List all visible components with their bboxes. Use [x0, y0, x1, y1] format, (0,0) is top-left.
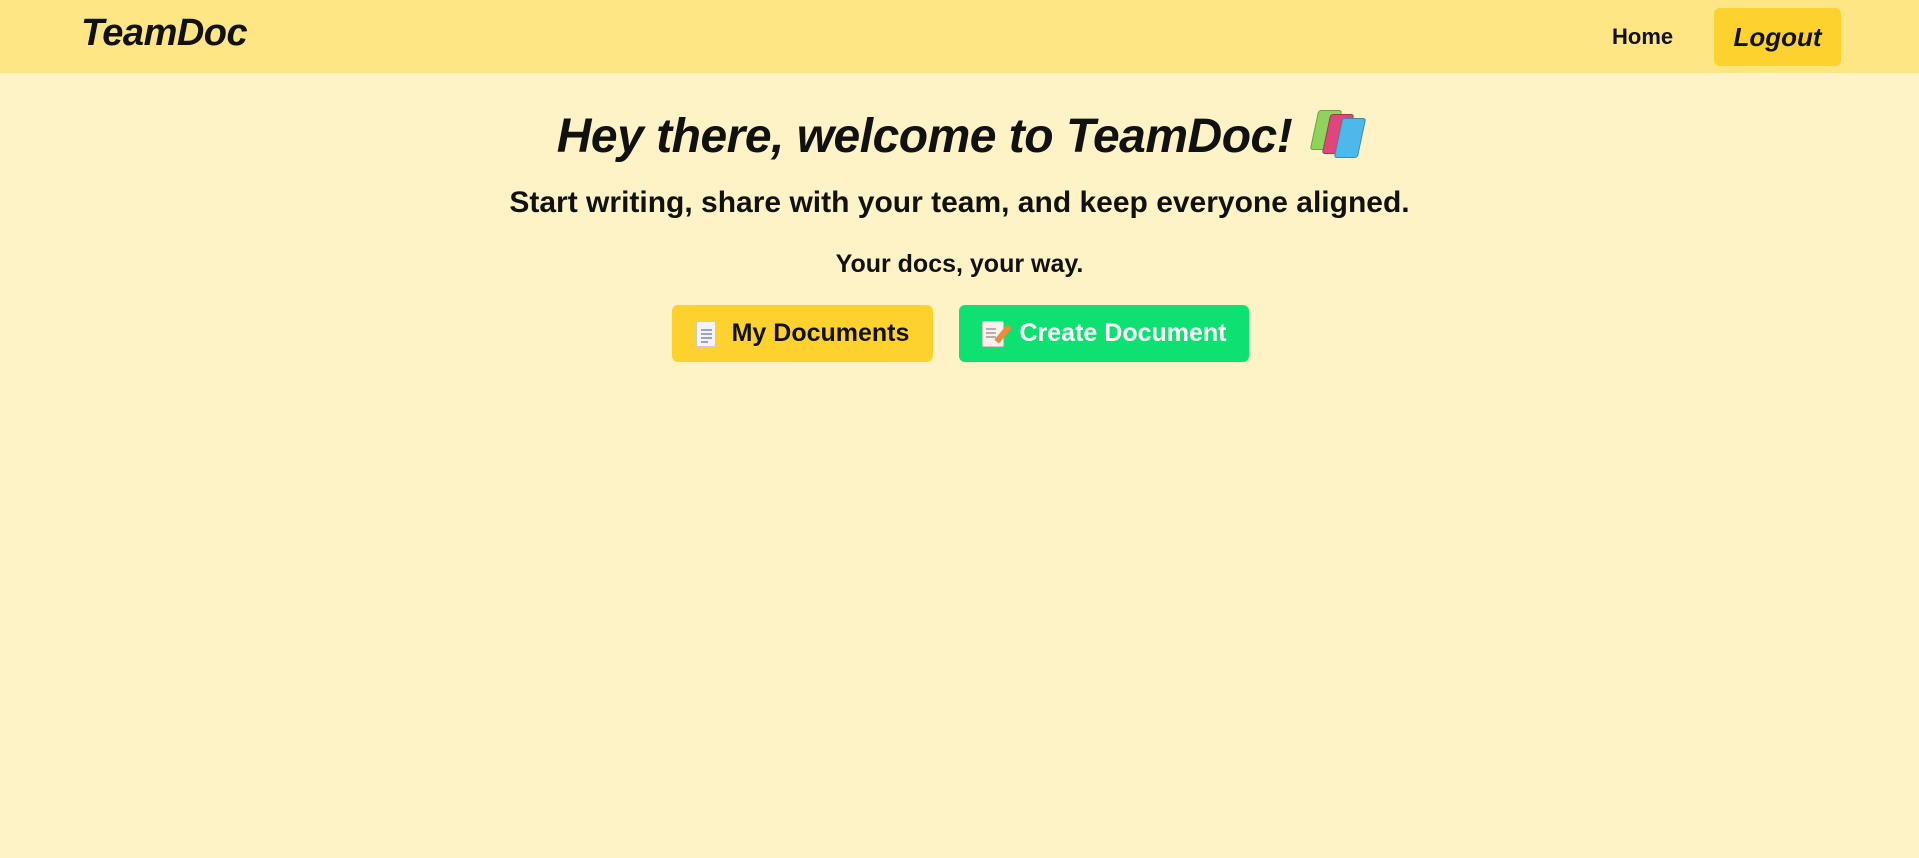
my-documents-label: My Documents	[731, 319, 910, 347]
home-link[interactable]: Home	[1612, 24, 1673, 50]
hero-subtitle: Start writing, share with your team, and…	[509, 186, 1410, 219]
top-navbar: TeamDoc Home Logout	[0, 0, 1919, 73]
brand-logo[interactable]: TeamDoc	[81, 12, 248, 55]
memo-icon	[981, 320, 1012, 347]
logout-button[interactable]: Logout	[1714, 8, 1841, 66]
create-document-button[interactable]: Create Document	[959, 305, 1249, 362]
welcome-heading-text: Hey there, welcome to TeamDoc!	[556, 110, 1293, 163]
document-icon	[695, 320, 716, 347]
welcome-heading: Hey there, welcome to TeamDoc!	[0, 109, 1919, 164]
books-icon	[1309, 110, 1367, 158]
create-document-label: Create Document	[1019, 319, 1227, 347]
hero-tagline: Your docs, your way.	[835, 250, 1084, 278]
my-documents-button[interactable]: My Documents	[672, 305, 933, 362]
